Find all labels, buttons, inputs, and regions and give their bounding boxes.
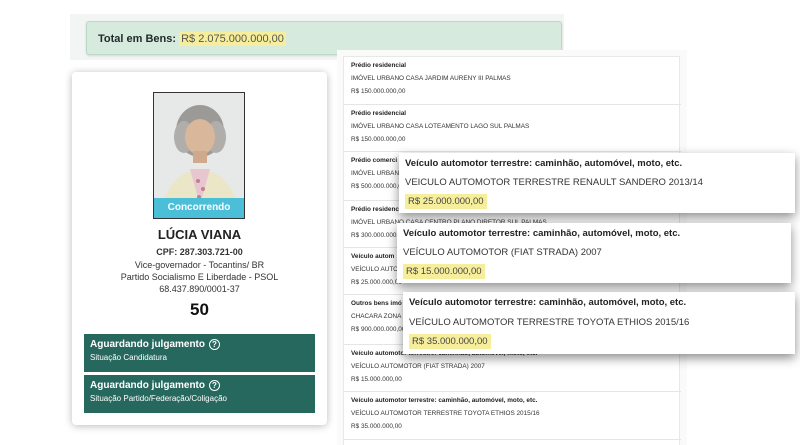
asset-description: VEÍCULO AUTOMOTOR TERRESTRE TOYOTA ETHIO… xyxy=(351,410,540,417)
asset-item: Prédio residencial IMÓVEL URBANO CASA JA… xyxy=(344,57,681,105)
asset-description: IMÓVEL URBANO CASA JARDIM AURENY III PAL… xyxy=(351,75,511,82)
candidate-party: Partido Socialismo E Liberdade - PSOL xyxy=(120,272,279,282)
popup-asset-description: VEÍCULO AUTOMOTOR TERRESTRE TOYOTA ETHIO… xyxy=(409,317,690,328)
asset-zoom-card: Veículo automotor terrestre: caminhão, a… xyxy=(403,292,795,354)
asset-value: R$ 35.000.000,00 xyxy=(351,423,402,430)
asset-value: R$ 15.000.000,00 xyxy=(351,376,402,383)
total-value: R$ 2.075.000.000,00 xyxy=(179,32,286,46)
popup-asset-type: Veículo automotor terrestre: caminhão, a… xyxy=(409,297,687,308)
help-circle-icon[interactable]: ? xyxy=(209,339,220,350)
asset-item: Veículo automotor terrestre: caminhão, a… xyxy=(344,392,681,440)
popup-asset-value: R$ 15.000.000,00 xyxy=(403,264,485,279)
party-status-title: Aguardando julgamento xyxy=(90,380,205,391)
asset-description: VEÍCULO AUTOMOTOR (FIAT STRADA) 2007 xyxy=(351,363,485,370)
asset-type: Prédio residencial xyxy=(351,62,407,69)
asset-zoom-card: Veículo automotor terrestre: caminhão, a… xyxy=(397,223,791,283)
asset-value: R$ 150.000.000,00 xyxy=(351,136,406,143)
popup-asset-description: VEÍCULO AUTOMOTOR (FIAT STRADA) 2007 xyxy=(403,247,602,258)
asset-description: IMÓVEL URBANO CASA LOTEAMENTO LAGO SUL P… xyxy=(351,123,530,130)
candidate-cnpj: 68.437.890/0001-37 xyxy=(159,284,240,294)
party-status-box: Aguardando julgamento ? Situação Partido… xyxy=(84,375,315,413)
asset-item: Prédio residencial IMÓVEL URBANO CASA LO… xyxy=(344,105,681,152)
help-circle-icon[interactable]: ? xyxy=(209,380,220,391)
candidacy-status-box: Aguardando julgamento ? Situação Candida… xyxy=(84,334,315,372)
popup-asset-value: R$ 35.000.000,00 xyxy=(409,334,491,349)
candidacy-status-subtitle: Situação Candidatura xyxy=(90,353,167,362)
candidate-cpf: CPF: 287.303.721-00 xyxy=(156,247,243,257)
candidate-card: Concorrendo LÚCIA VIANA CPF: 287.303.721… xyxy=(72,72,327,425)
total-label: Total em Bens: xyxy=(98,33,177,45)
party-status-subtitle: Situação Partido/Federação/Coligação xyxy=(90,394,227,403)
page: Total em Bens: R$ 2.075.000.000,00 Conco… xyxy=(0,0,800,445)
popup-asset-description: VEICULO AUTOMOTOR TERRESTRE RENAULT SAND… xyxy=(405,177,703,188)
asset-type: Prédio residencial xyxy=(351,110,407,117)
asset-value: R$ 150.000.000,00 xyxy=(351,88,406,95)
asset-zoom-card: Veículo automotor terrestre: caminhão, a… xyxy=(399,153,795,213)
candidate-number: 50 xyxy=(190,300,209,319)
candidacy-status-title: Aguardando julgamento xyxy=(90,339,205,350)
popup-asset-type: Veículo automotor terrestre: caminhão, a… xyxy=(403,228,681,239)
candidate-role: Vice-governador - Tocantins/ BR xyxy=(134,260,265,270)
candidate-status-band: Concorrendo xyxy=(154,198,244,218)
popup-asset-value: R$ 25.000.000,00 xyxy=(405,194,487,209)
candidate-photo: Concorrendo xyxy=(153,92,245,219)
candidate-name: LÚCIA VIANA xyxy=(157,227,242,242)
popup-asset-type: Veículo automotor terrestre: caminhão, a… xyxy=(405,158,683,169)
asset-type: Veículo automotor terrestre: caminhão, a… xyxy=(351,397,538,404)
